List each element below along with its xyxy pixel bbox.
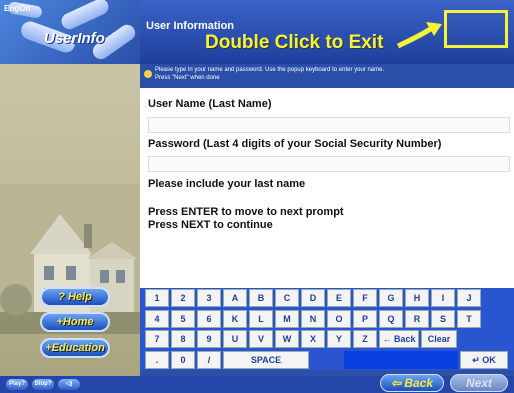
page-title: User Information — [146, 20, 235, 32]
key-x[interactable]: X — [301, 330, 325, 348]
key-9[interactable]: 9 — [197, 330, 221, 348]
key-k[interactable]: K — [223, 309, 247, 328]
key-ok[interactable]: ↵ OK — [460, 350, 508, 369]
username-label: User Name (Last Name) — [148, 98, 272, 110]
key-t[interactable]: T — [457, 309, 481, 328]
audio-button[interactable]: ◁) — [58, 379, 80, 390]
key-7[interactable]: 7 — [145, 330, 169, 348]
logo-small-text: EngOn — [4, 4, 31, 13]
key-0[interactable]: 0 — [171, 350, 195, 369]
logo-title: UserInfo — [44, 30, 105, 47]
key-4[interactable]: 4 — [145, 309, 169, 328]
error-message: Please include your last name — [148, 178, 306, 190]
enter-message: Press ENTER to move to next prompt — [148, 206, 344, 218]
key-s[interactable]: S — [431, 309, 455, 328]
key-space[interactable]: SPACE — [223, 350, 309, 369]
key-l[interactable]: L — [249, 309, 273, 328]
username-input[interactable] — [148, 117, 510, 133]
key-d[interactable]: D — [301, 289, 325, 307]
key-3[interactable]: 3 — [197, 289, 221, 307]
key-2[interactable]: 2 — [171, 289, 195, 307]
key-p[interactable]: P — [353, 309, 377, 328]
key-f[interactable]: F — [353, 289, 377, 307]
key-g[interactable]: G — [379, 289, 403, 307]
key-i[interactable]: I — [431, 289, 455, 307]
key-o[interactable]: O — [327, 309, 351, 328]
exit-hint: Double Click to Exit — [205, 32, 384, 53]
key-6[interactable]: 6 — [197, 309, 221, 328]
key-8[interactable]: 8 — [171, 330, 195, 348]
next-button[interactable]: Next — [450, 374, 508, 392]
key-m[interactable]: M — [275, 309, 299, 328]
stop-button[interactable]: Stop? — [32, 379, 54, 390]
password-label: Password (Last 4 digits of your Social S… — [148, 138, 442, 150]
app-logo: EngOn UserInfo — [0, 0, 140, 64]
key-clear[interactable]: Clear — [421, 330, 457, 348]
key-v[interactable]: V — [249, 330, 273, 348]
key-r[interactable]: R — [405, 309, 429, 328]
instruction-line-2: Press "Next" when done — [155, 75, 220, 81]
key-[interactable]: / — [197, 350, 221, 369]
key-u[interactable]: U — [223, 330, 247, 348]
key-n[interactable]: N — [301, 309, 325, 328]
exit-target-box[interactable] — [444, 10, 508, 48]
home-button[interactable]: +Home — [40, 312, 110, 332]
key-[interactable]: . — [145, 350, 169, 369]
key-q[interactable]: Q — [379, 309, 403, 328]
key-b[interactable]: B — [249, 289, 273, 307]
password-input[interactable] — [148, 156, 510, 172]
education-button[interactable]: +Education — [40, 338, 110, 358]
key-j[interactable]: J — [457, 289, 481, 307]
key-w[interactable]: W — [275, 330, 299, 348]
info-icon — [144, 70, 152, 78]
help-button[interactable]: ? Help — [40, 287, 110, 307]
key-1[interactable]: 1 — [145, 289, 169, 307]
play-button[interactable]: Play? — [6, 379, 28, 390]
key-back[interactable]: ← Back — [379, 330, 419, 348]
back-button[interactable]: ⇦ Back — [380, 374, 444, 392]
key-e[interactable]: E — [327, 289, 351, 307]
key-y[interactable]: Y — [327, 330, 351, 348]
key-h[interactable]: H — [405, 289, 429, 307]
key-z[interactable]: Z — [353, 330, 377, 348]
arrow-icon — [396, 22, 442, 49]
keyboard-blank — [344, 351, 458, 369]
key-a[interactable]: A — [223, 289, 247, 307]
key-c[interactable]: C — [275, 289, 299, 307]
key-5[interactable]: 5 — [171, 309, 195, 328]
next-message: Press NEXT to continue — [148, 219, 273, 231]
instruction-line-1: Please type in your name and password. U… — [155, 67, 385, 73]
